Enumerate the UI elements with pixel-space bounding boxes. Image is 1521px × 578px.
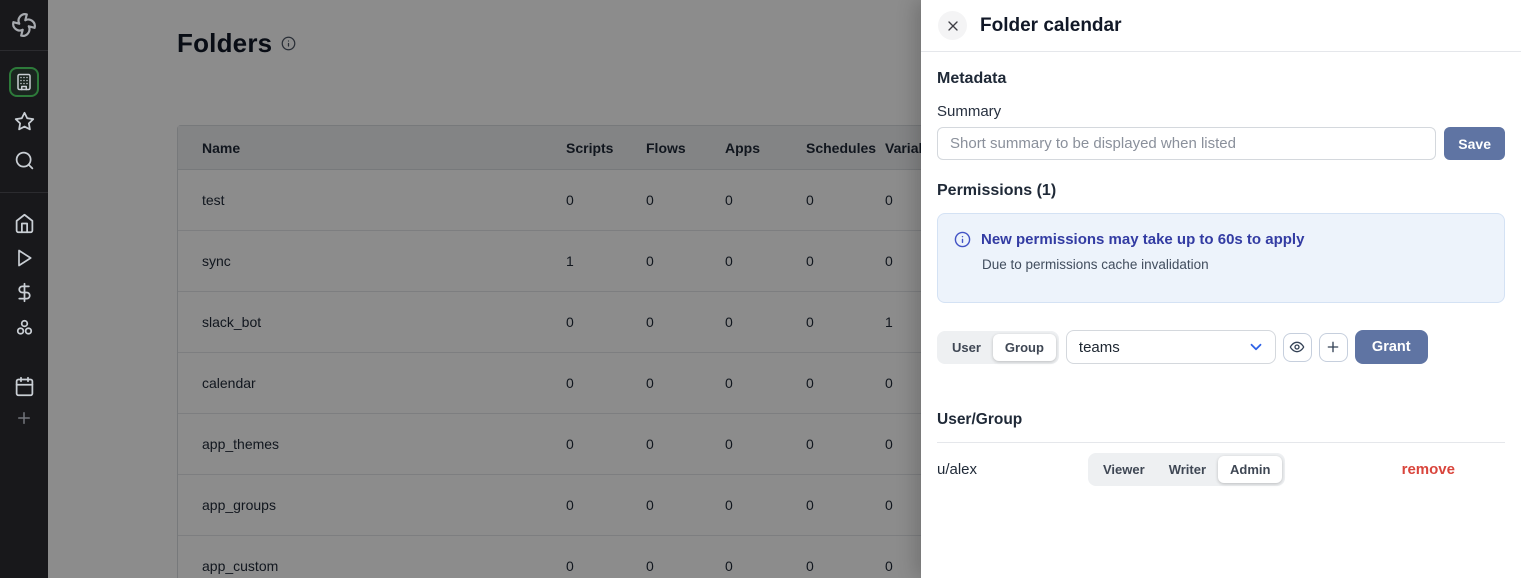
windmill-logo-icon [11,12,37,38]
sidebar-nav [0,51,48,427]
sidebar-item-resources[interactable] [14,317,35,338]
search-icon [14,150,35,171]
permission-row: u/alex Viewer Writer Admin remove [937,443,1505,486]
user-group-heading: User/Group [937,411,1505,429]
sidebar-item-create[interactable] [15,409,33,427]
alert-subtitle: Due to permissions cache invalidation [982,257,1488,272]
permissions-heading: Permissions (1) [937,182,1505,200]
grant-row: User Group teams Grant [937,330,1505,364]
role-toggle: Viewer Writer Admin [1088,453,1285,486]
sidebar [0,0,48,578]
windmill-logo[interactable] [0,0,48,51]
metadata-heading: Metadata [937,70,1505,88]
alert-title: New permissions may take up to 60s to ap… [981,231,1304,248]
resources-icon [14,317,35,338]
add-button[interactable] [1319,333,1348,362]
close-button[interactable] [938,11,967,40]
role-option-writer[interactable]: Writer [1157,456,1218,483]
sidebar-item-folders[interactable] [9,67,39,97]
permission-user-name: u/alex [937,461,1088,478]
toggle-option-group[interactable]: Group [993,334,1056,361]
folder-drawer: Folder calendar Metadata Summary Save Pe… [921,0,1521,578]
chevron-down-icon [1247,338,1265,356]
drawer-header: Folder calendar [921,0,1521,52]
eye-icon [1289,339,1305,355]
dollar-icon [14,282,35,303]
sidebar-item-runs[interactable] [14,248,34,268]
role-option-admin[interactable]: Admin [1218,456,1282,483]
close-icon [945,18,961,34]
plus-icon [15,409,33,427]
sidebar-divider [0,192,48,193]
group-select[interactable]: teams [1066,330,1276,364]
plus-icon [1325,339,1341,355]
permissions-alert: New permissions may take up to 60s to ap… [937,213,1505,303]
user-group-toggle: User Group [937,331,1059,364]
role-option-viewer[interactable]: Viewer [1091,456,1157,483]
star-icon [14,111,35,132]
summary-input[interactable] [937,127,1436,160]
save-button[interactable]: Save [1444,127,1505,160]
toggle-option-user[interactable]: User [940,334,993,361]
grant-button[interactable]: Grant [1355,330,1428,364]
building-icon [15,73,33,91]
calendar-icon [14,376,35,397]
sidebar-item-home[interactable] [14,213,35,234]
remove-link[interactable]: remove [1402,461,1455,478]
play-icon [14,248,34,268]
drawer-title: Folder calendar [980,15,1122,37]
preview-button[interactable] [1283,333,1312,362]
summary-label: Summary [937,103,1505,120]
sidebar-item-schedules[interactable] [14,376,35,397]
sidebar-item-variables[interactable] [14,282,35,303]
sidebar-item-search[interactable] [14,150,35,171]
info-icon [954,231,971,248]
sidebar-item-favorites[interactable] [14,111,35,132]
home-icon [14,213,35,234]
group-select-value: teams [1079,339,1120,356]
